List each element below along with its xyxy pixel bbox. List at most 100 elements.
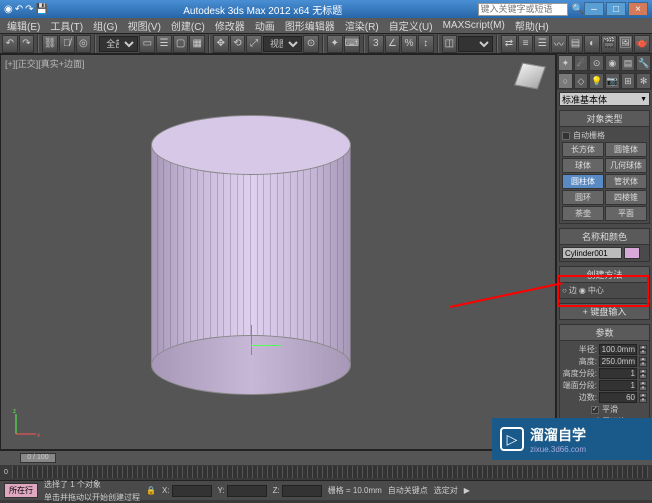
named-sel-icon[interactable]: ◫: [442, 35, 458, 53]
select-icon[interactable]: ▭: [139, 35, 155, 53]
sides-spinner[interactable]: ▴▾: [639, 393, 647, 403]
modify-tab-icon[interactable]: ☄: [574, 55, 589, 71]
cylinder-object[interactable]: [151, 115, 351, 395]
unlink-icon[interactable]: ⛓̸: [59, 35, 75, 53]
cap-segs-spinner[interactable]: ▴▾: [639, 381, 647, 391]
menu-modifiers[interactable]: 修改器: [212, 18, 248, 33]
display-tab-icon[interactable]: ▤: [621, 55, 636, 71]
name-color-header[interactable]: 名称和颜色: [559, 228, 650, 245]
rotate-icon[interactable]: ⟲: [230, 35, 246, 53]
layers-icon[interactable]: ☰: [534, 35, 550, 53]
menu-view[interactable]: 视图(V): [125, 18, 164, 33]
curve-editor-icon[interactable]: 〰: [551, 35, 567, 53]
move-icon[interactable]: ✥: [213, 35, 229, 53]
keyboard-entry-header[interactable]: + 键盘输入: [559, 303, 650, 320]
menu-maxscript[interactable]: MAXScript(M): [440, 20, 508, 31]
sphere-button[interactable]: 球体: [562, 158, 604, 173]
object-color-swatch[interactable]: [624, 247, 640, 259]
maximize-button[interactable]: □: [606, 2, 626, 16]
material-editor-icon[interactable]: ◐: [584, 35, 600, 53]
coord-z-input[interactable]: [282, 485, 322, 497]
primitive-category-dropdown[interactable]: 标准基本体: [559, 92, 650, 106]
height-input[interactable]: [599, 356, 637, 367]
select-name-icon[interactable]: ☰: [156, 35, 172, 53]
sides-input[interactable]: [599, 392, 637, 403]
lock-icon[interactable]: 🔒: [146, 486, 156, 495]
time-slider-handle[interactable]: 0 / 100: [20, 453, 56, 463]
render-frame-icon[interactable]: 🖼: [618, 35, 634, 53]
help-search-input[interactable]: [478, 3, 568, 16]
height-spinner[interactable]: ▴▾: [639, 357, 647, 367]
named-selection-dropdown[interactable]: [458, 36, 493, 52]
systems-cat-icon[interactable]: ✻: [636, 73, 651, 89]
render-setup-icon[interactable]: 🎬: [601, 35, 617, 53]
scale-icon[interactable]: ⤢: [246, 35, 262, 53]
ref-coord-system[interactable]: 视图: [263, 36, 302, 52]
shapes-cat-icon[interactable]: ◇: [574, 73, 589, 89]
viewport[interactable]: [+][正交][真实+边面] zx: [0, 54, 556, 450]
menu-help[interactable]: 帮助(H): [512, 18, 552, 33]
create-method-header[interactable]: 创建方法: [559, 266, 650, 283]
menu-group[interactable]: 组(G): [90, 18, 120, 33]
motion-tab-icon[interactable]: ◉: [605, 55, 620, 71]
redo-icon[interactable]: ↷: [19, 35, 35, 53]
object-name-input[interactable]: [562, 247, 622, 259]
viewcube[interactable]: [515, 61, 545, 91]
snap-icon[interactable]: 3: [368, 35, 384, 53]
keyboard-icon[interactable]: ⌨: [344, 35, 360, 53]
play-icon[interactable]: ▶: [464, 486, 470, 495]
smooth-checkbox[interactable]: [591, 406, 599, 414]
object-type-header[interactable]: 对象类型: [559, 110, 650, 127]
cap-segs-input[interactable]: [599, 380, 637, 391]
teapot-button[interactable]: 茶壶: [562, 206, 604, 221]
lights-cat-icon[interactable]: 💡: [589, 73, 604, 89]
height-segs-input[interactable]: [599, 368, 637, 379]
torus-button[interactable]: 圆环: [562, 190, 604, 205]
percent-snap-icon[interactable]: %: [401, 35, 417, 53]
radius-input[interactable]: [599, 344, 637, 355]
box-button[interactable]: 长方体: [562, 142, 604, 157]
angle-snap-icon[interactable]: ∠: [385, 35, 401, 53]
mirror-icon[interactable]: ⇄: [501, 35, 517, 53]
selection-filter[interactable]: 全部: [99, 36, 138, 52]
qat-save-icon[interactable]: 💾: [36, 4, 48, 15]
coord-x-input[interactable]: [172, 485, 212, 497]
geometry-cat-icon[interactable]: ○: [558, 73, 573, 89]
bind-icon[interactable]: ◎: [76, 35, 92, 53]
render-icon[interactable]: 🫖: [634, 35, 650, 53]
viewport-label[interactable]: [+][正交][真实+边面]: [5, 57, 85, 70]
pivot-icon[interactable]: ⊙: [303, 35, 319, 53]
create-tab-icon[interactable]: ✦: [558, 55, 573, 71]
schematic-icon[interactable]: ▤: [568, 35, 584, 53]
menu-create[interactable]: 创建(C): [168, 18, 208, 33]
tube-button[interactable]: 管状体: [605, 174, 647, 189]
plane-button[interactable]: 平面: [605, 206, 647, 221]
manipulate-icon[interactable]: ✦: [327, 35, 343, 53]
link-icon[interactable]: ⛓: [42, 35, 58, 53]
menu-animation[interactable]: 动画: [252, 18, 278, 33]
align-icon[interactable]: ≡: [518, 35, 534, 53]
menu-graph[interactable]: 图形编辑器: [282, 18, 338, 33]
cylinder-button[interactable]: 圆柱体: [562, 174, 604, 189]
height-segs-spinner[interactable]: ▴▾: [639, 369, 647, 379]
coord-y-input[interactable]: [227, 485, 267, 497]
app-icon[interactable]: ◉: [4, 4, 13, 15]
center-radio[interactable]: ◉: [579, 286, 586, 295]
selected-button[interactable]: 选定对: [434, 485, 458, 496]
menu-customize[interactable]: 自定义(U): [386, 18, 436, 33]
infocenter-icon[interactable]: 🔍: [572, 4, 584, 15]
autokey-button[interactable]: 自动关键点: [388, 485, 428, 496]
utilities-tab-icon[interactable]: 🔧: [636, 55, 651, 71]
undo-icon[interactable]: ↶: [2, 35, 18, 53]
select-region-icon[interactable]: ▢: [173, 35, 189, 53]
parameters-header[interactable]: 参数: [559, 324, 650, 341]
geosphere-button[interactable]: 几何球体: [605, 158, 647, 173]
menu-edit[interactable]: 编辑(E): [4, 18, 43, 33]
window-crossing-icon[interactable]: ▦: [189, 35, 205, 53]
cameras-cat-icon[interactable]: 📷: [605, 73, 620, 89]
transform-gizmo[interactable]: [241, 325, 281, 355]
cone-button[interactable]: 圆锥体: [605, 142, 647, 157]
edge-radio[interactable]: ○: [562, 286, 567, 295]
spinner-snap-icon[interactable]: ↕: [418, 35, 434, 53]
minimize-button[interactable]: –: [584, 2, 604, 16]
